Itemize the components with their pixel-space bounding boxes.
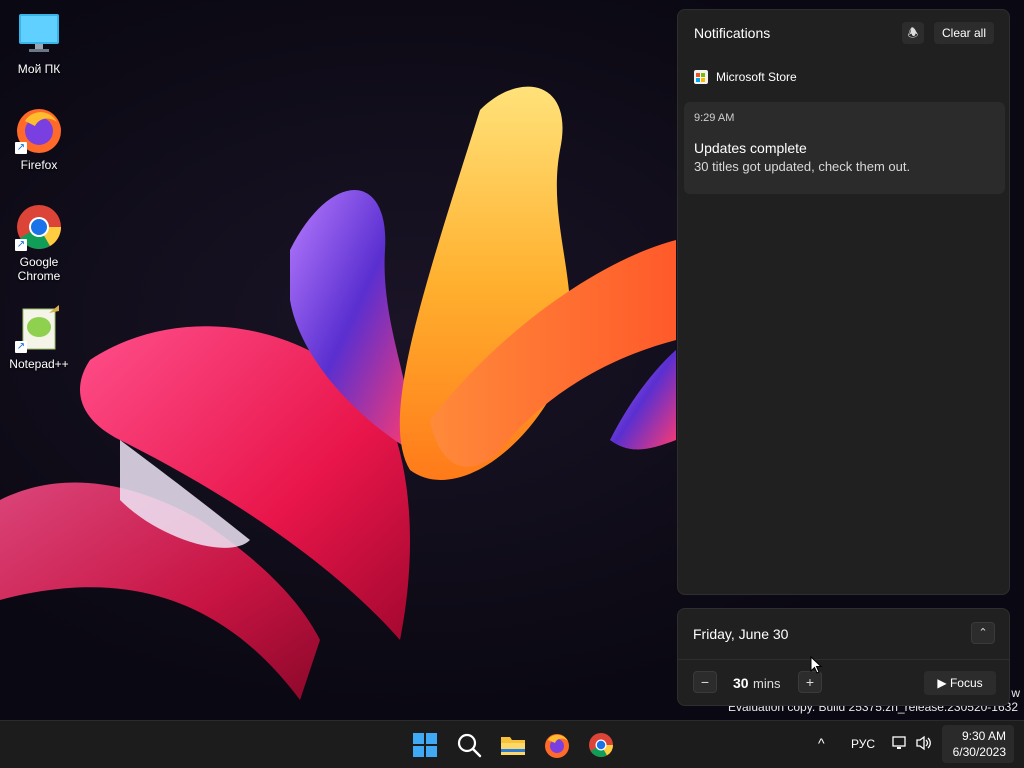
toast-body: 30 titles got updated, check them out. — [694, 159, 911, 174]
desktop-icon-firefox[interactable]: ↗ Firefox — [1, 106, 77, 172]
desktop-icon-my-pc[interactable]: Мой ПК — [1, 10, 77, 76]
calendar-collapse-button[interactable]: ⌃ — [971, 622, 995, 644]
file-explorer-icon — [501, 737, 525, 755]
microsoft-store-icon — [694, 70, 708, 84]
focus-minutes-value: 30 — [733, 675, 749, 691]
do-not-disturb-icon: 🕭 — [907, 26, 919, 40]
network-icon[interactable] — [892, 735, 908, 754]
play-icon: ▶ — [937, 676, 947, 690]
start-button[interactable] — [411, 731, 439, 759]
shortcut-arrow-icon: ↗ — [15, 239, 27, 251]
chrome-icon — [589, 733, 613, 758]
clock-date: 6/30/2023 — [952, 745, 1006, 759]
focus-button-label: Focus — [949, 676, 983, 690]
decrease-minutes-button[interactable]: − — [693, 671, 717, 693]
calendar-focus-panel: Friday, June 30 ⌃ − 30 mins + ▶ Focus — [677, 608, 1010, 706]
clock-time: 9:30 AM — [961, 729, 1006, 743]
focus-minutes-unit: mins — [753, 676, 781, 691]
notification-app-name: Microsoft Store — [716, 70, 797, 84]
desktop-icon-label: Firefox — [20, 158, 58, 172]
chrome-icon: ↗ — [15, 203, 63, 251]
desktop-icon-label: Google Chrome — [17, 255, 61, 283]
chevron-up-icon: ⌃ — [978, 627, 988, 639]
file-explorer-button[interactable] — [499, 731, 527, 759]
mouse-cursor-icon — [810, 656, 822, 674]
toast-time: 9:29 AM — [694, 112, 735, 124]
search-button[interactable] — [455, 731, 483, 759]
firefox-taskbar-button[interactable] — [543, 731, 571, 759]
taskbar: ^ РУС 9:30 AM 6/30/2023 — [0, 720, 1024, 768]
language-indicator[interactable]: РУС — [851, 737, 875, 751]
computer-icon — [15, 10, 63, 58]
volume-icon[interactable] — [915, 735, 933, 754]
clear-all-button[interactable]: Clear all — [934, 22, 994, 44]
divider — [678, 659, 1009, 660]
do-not-disturb-button[interactable]: 🕭 — [902, 22, 924, 44]
notification-app-header[interactable]: Microsoft Store — [694, 70, 797, 84]
show-hidden-icons-button[interactable]: ^ — [818, 735, 825, 751]
calendar-date: Friday, June 30 — [693, 626, 789, 642]
firefox-icon: ↗ — [15, 106, 63, 154]
shortcut-arrow-icon: ↗ — [15, 341, 27, 353]
focus-start-button[interactable]: ▶ Focus — [924, 671, 996, 695]
notifications-title: Notifications — [694, 25, 771, 41]
firefox-icon — [545, 734, 569, 758]
desktop-icon-chrome[interactable]: ↗ Google Chrome — [1, 203, 77, 283]
chrome-taskbar-button[interactable] — [587, 731, 615, 759]
desktop-icon-label: Notepad++ — [9, 357, 69, 371]
search-icon — [457, 733, 482, 758]
increase-minutes-button[interactable]: + — [798, 671, 822, 693]
clock-button[interactable]: 9:30 AM 6/30/2023 — [942, 725, 1014, 763]
toast-title: Updates complete — [694, 140, 807, 156]
notification-toast[interactable]: 9:29 AM Updates complete 30 titles got u… — [684, 102, 1005, 194]
notification-center: Notifications 🕭 Clear all Microsoft Stor… — [677, 9, 1010, 595]
watermark-partial: w — [1011, 686, 1020, 700]
desktop-icon-notepadpp[interactable]: ↗ Notepad++ — [1, 305, 77, 371]
desktop-icon-label: Мой ПК — [17, 62, 61, 76]
notepadpp-icon: ↗ — [15, 305, 63, 353]
shortcut-arrow-icon: ↗ — [15, 142, 27, 154]
start-icon — [413, 733, 437, 757]
